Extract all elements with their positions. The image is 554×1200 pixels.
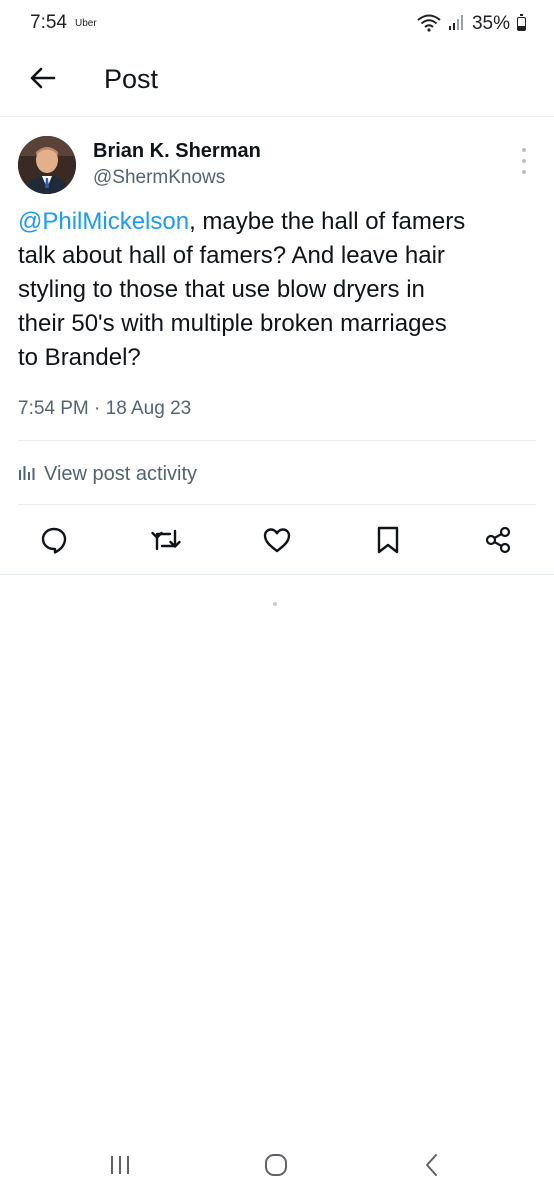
screen: 7:54 Uber 35% Post Brian K. Sherman @She… <box>0 0 554 1200</box>
repost-button[interactable] <box>150 526 182 558</box>
status-app-label: Uber <box>75 18 97 29</box>
recent-apps-icon <box>108 1154 132 1181</box>
home-button[interactable] <box>256 1152 296 1182</box>
chevron-left-icon <box>422 1152 442 1183</box>
heart-icon <box>262 526 292 559</box>
status-time: 7:54 <box>30 12 67 33</box>
battery-icon <box>517 14 526 31</box>
post-timestamp[interactable]: 7:54 PM · 18 Aug 23 <box>18 398 191 420</box>
reply-button[interactable] <box>38 526 70 558</box>
post-text: @PhilMickelson, maybe the hall of famers… <box>18 205 538 375</box>
more-dot <box>522 159 526 163</box>
back-nav-button[interactable] <box>412 1152 452 1182</box>
loading-indicator <box>273 602 277 606</box>
share-icon <box>483 525 513 560</box>
arrow-left-icon <box>28 66 56 95</box>
status-bar: 7:54 Uber 35% <box>0 0 554 48</box>
recent-apps-button[interactable] <box>100 1152 140 1182</box>
reply-icon <box>39 525 69 560</box>
post-text-line: to Brandel? <box>18 344 141 371</box>
more-dot <box>522 170 526 174</box>
analytics-icon <box>18 463 36 486</box>
author-name[interactable]: Brian K. Sherman <box>93 140 261 163</box>
mention-link[interactable]: @PhilMickelson <box>18 208 189 235</box>
like-button[interactable] <box>261 526 293 558</box>
app-header: Post <box>0 48 554 117</box>
back-button[interactable] <box>22 62 62 98</box>
repost-icon <box>150 525 182 560</box>
more-dot <box>522 148 526 152</box>
author-handle[interactable]: @ShermKnows <box>93 167 225 189</box>
home-icon <box>263 1152 289 1183</box>
bookmark-button[interactable] <box>372 526 404 558</box>
system-nav-bar <box>0 1140 554 1200</box>
divider <box>18 504 536 505</box>
page-title: Post <box>104 64 159 94</box>
share-button[interactable] <box>482 526 514 558</box>
view-post-activity[interactable]: View post activity <box>18 460 197 488</box>
post-text-line: talk about hall of famers? And leave hai… <box>18 242 445 269</box>
post-text-line: @PhilMickelson, maybe the hall of famers <box>18 205 538 239</box>
signal-icon <box>448 13 466 36</box>
divider <box>18 440 536 441</box>
status-icons: 35% <box>416 11 526 37</box>
battery-fill <box>518 25 525 30</box>
post-text-line: styling to those that use blow dryers in <box>18 276 425 303</box>
view-activity-label: View post activity <box>44 462 198 485</box>
wifi-icon <box>416 12 442 37</box>
more-options-button[interactable] <box>514 148 534 174</box>
divider <box>0 574 554 575</box>
avatar[interactable] <box>18 136 76 194</box>
post-text-fragment: , maybe the hall of famers <box>189 208 466 235</box>
bookmark-icon <box>375 525 401 560</box>
battery-percent: 35% <box>471 13 510 34</box>
post-text-line: their 50's with multiple broken marriage… <box>18 310 447 337</box>
post-actions <box>0 520 554 562</box>
